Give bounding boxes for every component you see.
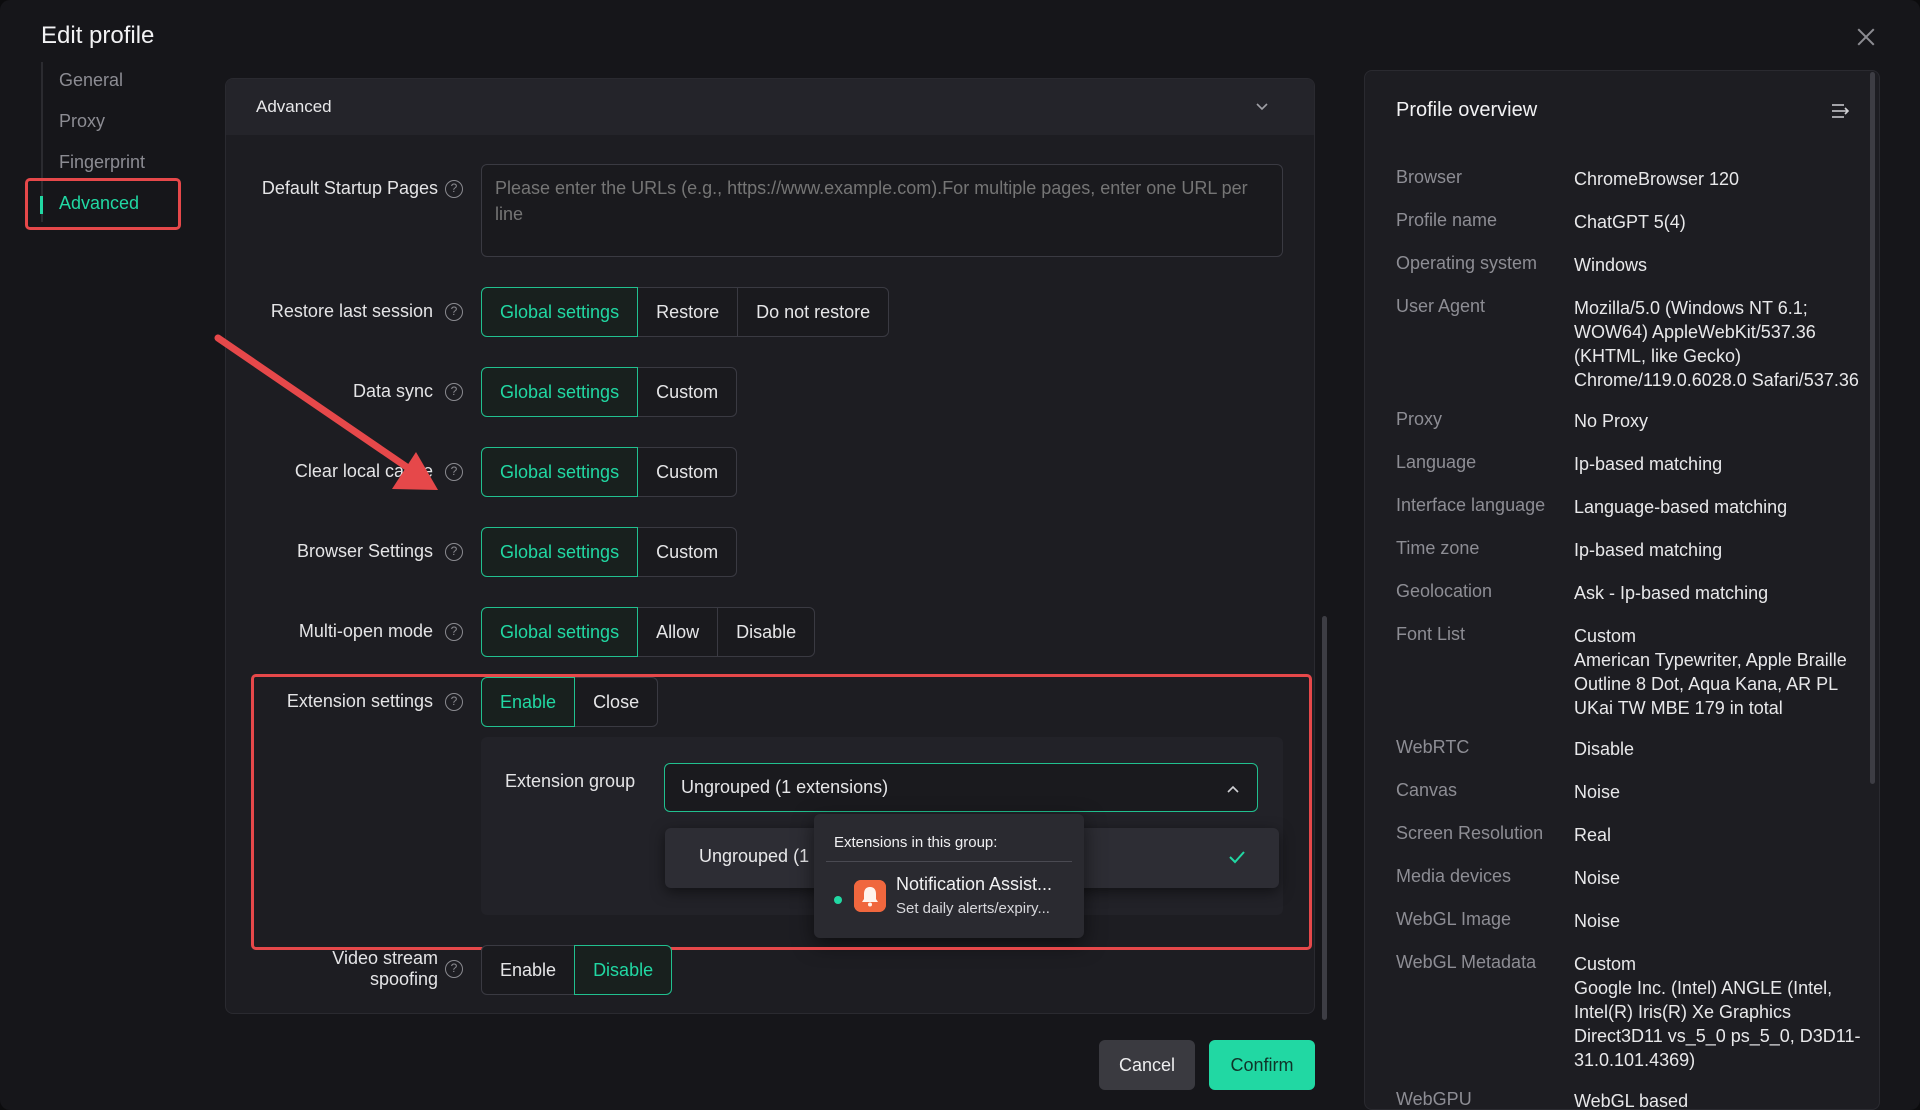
overview-key: User Agent xyxy=(1396,296,1486,316)
overview-value: ChromeBrowser 120 xyxy=(1574,169,1740,189)
overview-title: Profile overview xyxy=(1396,99,1538,121)
overview-key: WebGL Metadata xyxy=(1396,952,1537,972)
overview-value: Ip-based matching xyxy=(1574,454,1723,474)
overview-value: Disable xyxy=(1574,739,1635,759)
video-spoofing-label-line2: spoofing xyxy=(369,969,438,989)
restore-global-settings-button[interactable]: Global settings xyxy=(481,287,639,337)
overview-value: Ask - Ip-based matching xyxy=(1574,583,1769,603)
overview-value: Custom American Typewriter, Apple Braill… xyxy=(1574,626,1847,718)
overview-value: WebGL based xyxy=(1574,1091,1689,1110)
browser-global-settings-button[interactable]: Global settings xyxy=(481,527,639,577)
overview-value: Real xyxy=(1574,825,1612,845)
overview-key: Language xyxy=(1396,452,1477,472)
collapse-menu-icon[interactable] xyxy=(1832,103,1850,119)
extension-enable-button[interactable]: Enable xyxy=(481,677,576,727)
overview-value: Mozilla/5.0 (Windows NT 6.1; WOW64) Appl… xyxy=(1574,298,1859,390)
cache-global-settings-button[interactable]: Global settings xyxy=(481,447,639,497)
overview-key: Interface language xyxy=(1396,495,1546,515)
overview-key: Operating system xyxy=(1396,253,1538,273)
overview-value: Windows xyxy=(1574,255,1648,275)
overview-key: Screen Resolution xyxy=(1396,823,1544,843)
overview-value: Ip-based matching xyxy=(1574,540,1723,560)
overview-key: Media devices xyxy=(1396,866,1512,886)
profile-overview-panel: Profile overview Browser ChromeBrowser 1… xyxy=(1364,70,1880,1110)
cancel-button[interactable]: Cancel xyxy=(1099,1040,1195,1090)
overview-value: Noise xyxy=(1574,868,1621,888)
multiopen-global-settings-button[interactable]: Global settings xyxy=(481,607,639,657)
video-spoofing-label-line1: Video stream xyxy=(332,948,438,968)
overview-value: Noise xyxy=(1574,782,1621,802)
overview-value: No Proxy xyxy=(1574,411,1649,431)
overview-key: Geolocation xyxy=(1396,581,1493,601)
help-icon: ? xyxy=(445,960,463,978)
video-enable-button[interactable]: Enable xyxy=(481,945,576,995)
overview-key: Font List xyxy=(1396,624,1466,644)
video-spoofing-label: Video stream spoofing xyxy=(332,948,438,990)
confirm-button[interactable]: Confirm xyxy=(1209,1040,1315,1090)
overview-value: Custom Google Inc. (Intel) ANGLE (Intel,… xyxy=(1574,954,1861,1070)
overview-key: Profile name xyxy=(1396,210,1498,230)
overview-scrollbar[interactable] xyxy=(1870,72,1875,784)
video-spoofing-toggle: Enable Disable xyxy=(481,945,673,995)
overview-key: Proxy xyxy=(1396,409,1443,429)
video-disable-button[interactable]: Disable xyxy=(574,945,673,995)
edit-profile-dialog: Edit profile General Proxy Fingerprint A… xyxy=(0,0,1920,1110)
overview-key: Time zone xyxy=(1396,538,1480,558)
overview-value: Noise xyxy=(1574,911,1621,931)
overview-key: Canvas xyxy=(1396,780,1458,800)
overview-key: WebGPU xyxy=(1396,1089,1472,1109)
overview-key: WebRTC xyxy=(1396,737,1470,757)
overview-key: WebGL Image xyxy=(1396,909,1512,929)
overview-value: Language-based matching xyxy=(1574,497,1788,517)
overview-value: ChatGPT 5(4) xyxy=(1574,212,1686,232)
sync-global-settings-button[interactable]: Global settings xyxy=(481,367,639,417)
overview-key: Browser xyxy=(1396,167,1463,187)
